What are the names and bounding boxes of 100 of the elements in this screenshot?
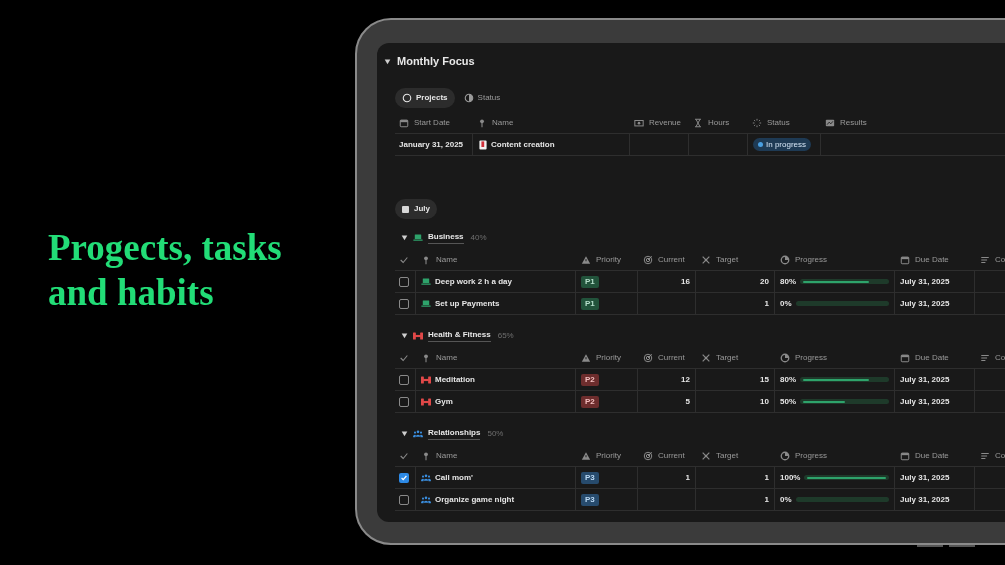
view-tab[interactable]: Projects — [395, 88, 455, 108]
column-header: Due Date — [915, 450, 949, 462]
circle-icon — [402, 93, 412, 103]
column-header: Priority — [596, 352, 621, 364]
column-header: Current — [658, 450, 685, 462]
column-header: Priority — [596, 450, 621, 462]
number-cell: 10 — [760, 395, 769, 408]
priority-tag: P1 — [581, 275, 599, 288]
column-header: Current — [658, 352, 685, 364]
pin-icon — [477, 118, 487, 128]
task-name[interactable]: Meditation — [435, 373, 475, 386]
column-header: Current — [658, 254, 685, 266]
column-header: Name — [436, 352, 458, 364]
calendar-icon — [900, 353, 910, 363]
date-cell: July 31, 2025 — [900, 297, 950, 310]
check-icon — [399, 255, 409, 265]
project-name[interactable]: Content creation — [491, 138, 555, 151]
number-cell: 1 — [685, 471, 690, 484]
checkbox[interactable] — [399, 374, 409, 385]
column-header: Target — [716, 450, 739, 462]
pie-icon — [780, 353, 790, 363]
date-cell: July 31, 2025 — [900, 471, 950, 484]
check-icon — [399, 451, 409, 461]
progress-percent: 80% — [780, 275, 796, 288]
warning-icon — [581, 451, 591, 461]
calendar-icon — [900, 255, 910, 265]
priority-tag: P2 — [581, 373, 599, 386]
task-name[interactable]: Organize game night — [435, 493, 515, 506]
target-icon — [643, 353, 653, 363]
group-percent: 50% — [487, 427, 504, 440]
date-cell: January 31, 2025 — [399, 138, 464, 151]
section-title: Monthly Focus — [397, 53, 475, 69]
checkbox[interactable] — [399, 494, 409, 505]
column-header: Progress — [795, 254, 827, 266]
month-tab[interactable]: July — [395, 199, 437, 219]
progress-percent: 80% — [780, 373, 796, 386]
number-cell: 12 — [681, 373, 690, 386]
task-name[interactable]: Gym — [435, 395, 453, 408]
column-header: Due Date — [915, 352, 949, 364]
column-header: Revenue — [648, 117, 681, 129]
column-header: Progress — [795, 352, 827, 364]
chart-icon — [825, 118, 835, 128]
number-cell: 1 — [764, 493, 769, 506]
priority-tag: P3 — [581, 471, 599, 484]
calendar-icon — [399, 118, 409, 128]
headline: Progects, tasks and habits — [48, 225, 283, 315]
priority-tag: P1 — [581, 297, 599, 310]
warning-icon — [581, 255, 591, 265]
date-cell: July 31, 2025 — [900, 493, 950, 506]
checkbox[interactable] — [399, 276, 409, 287]
disclosure-triangle-icon[interactable] — [401, 430, 408, 437]
bookmark-icon — [479, 139, 487, 150]
checkbox[interactable] — [399, 298, 409, 309]
status-text: In progress — [766, 138, 807, 151]
hourglass-icon — [693, 118, 703, 128]
square-icon — [402, 205, 409, 213]
column-header: Co — [995, 450, 1005, 462]
progress-percent: 50% — [780, 395, 796, 408]
pin-icon — [421, 353, 431, 363]
banknote-icon — [633, 118, 644, 128]
checkbox[interactable] — [399, 472, 409, 483]
number-cell: 15 — [760, 373, 769, 386]
column-header: Results — [840, 117, 867, 129]
column-header: Start Date — [414, 117, 450, 129]
crossed-tools-icon — [701, 255, 711, 265]
check-icon — [399, 353, 409, 363]
disclosure-triangle-icon[interactable] — [401, 234, 408, 241]
crossed-tools-icon — [701, 353, 711, 363]
column-header: Target — [716, 352, 739, 364]
pin-icon — [421, 255, 431, 265]
text-lines-icon — [980, 353, 990, 363]
group-title[interactable]: Business — [428, 231, 464, 244]
column-header: Co — [995, 352, 1005, 364]
warning-icon — [581, 353, 591, 363]
calendar-icon — [900, 451, 910, 461]
checkbox[interactable] — [399, 396, 409, 407]
column-header: Co — [995, 254, 1005, 266]
priority-tag: P2 — [581, 395, 599, 408]
progress-percent: 0% — [780, 297, 792, 310]
column-header: Status — [767, 117, 790, 129]
group-percent: 40% — [470, 231, 487, 244]
pie-icon — [780, 255, 790, 265]
group-title[interactable]: Relationships — [428, 427, 481, 440]
disclosure-triangle-icon[interactable] — [401, 332, 408, 339]
number-cell: 1 — [764, 297, 769, 310]
group-title[interactable]: Health & Fitness — [428, 329, 491, 342]
group-percent: 65% — [497, 329, 514, 342]
task-name[interactable]: Call mom' — [435, 471, 473, 484]
pie-icon — [780, 451, 790, 461]
loading-icon — [752, 118, 762, 128]
column-header: Name — [492, 117, 514, 129]
number-cell: 20 — [760, 275, 769, 288]
target-icon — [643, 451, 653, 461]
view-tab[interactable]: Status — [456, 88, 508, 108]
task-name[interactable]: Deep work 2 h a day — [435, 275, 512, 288]
pin-icon — [421, 451, 431, 461]
number-cell: 1 — [764, 471, 769, 484]
disclosure-triangle-icon[interactable] — [384, 57, 391, 65]
text-lines-icon — [980, 255, 990, 265]
task-name[interactable]: Set up Payments — [435, 297, 500, 310]
